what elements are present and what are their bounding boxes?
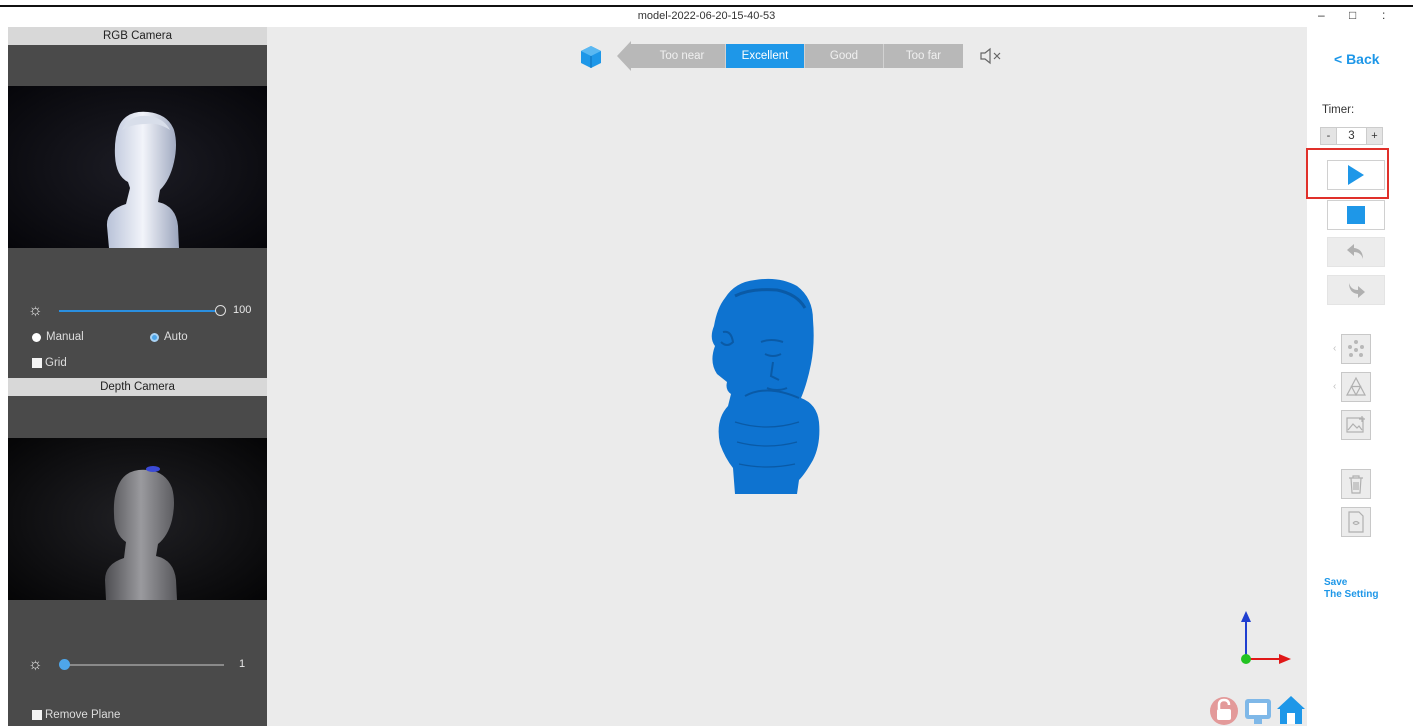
cube-icon[interactable] (580, 45, 602, 69)
undo-icon (1347, 244, 1363, 259)
camera-panel: RGB Camera ☼ 100 Manual Auto Grid Depth … (8, 27, 267, 726)
lock-icon[interactable] (1207, 693, 1241, 726)
texture-image-icon (1346, 416, 1365, 433)
checkbox-icon (32, 358, 42, 368)
save-setting-line1: Save (1324, 577, 1348, 588)
back-button[interactable]: < Back (1334, 51, 1380, 67)
rgb-brightness-value: 100 (233, 304, 252, 316)
distance-too-far: Too far (884, 44, 963, 68)
mute-icon[interactable] (979, 47, 1005, 65)
axis-gizmo (1241, 611, 1291, 664)
title-bar: model-2022-06-20-15-40-53 – □ : (0, 0, 1413, 26)
mode-manual-label: Manual (46, 331, 84, 343)
rgb-brightness-track[interactable] (59, 310, 219, 312)
file-icon (1348, 511, 1364, 533)
checkbox-icon (32, 710, 42, 720)
scanned-model-mesh[interactable] (687, 272, 837, 494)
arrow-left-icon (617, 41, 631, 71)
play-button[interactable] (1327, 160, 1385, 190)
point-cloud-frame (1341, 334, 1371, 364)
remove-plane-checkbox[interactable]: Remove Plane (32, 709, 120, 721)
timer-increment-button[interactable]: + (1366, 127, 1383, 145)
distance-too-near: Too near (639, 44, 726, 68)
window-title: model-2022-06-20-15-40-53 (637, 10, 776, 22)
depth-bust-image (8, 438, 267, 600)
mode-auto-label: Auto (164, 331, 188, 343)
minimize-button[interactable]: – (1318, 8, 1325, 22)
mode-manual-radio[interactable]: Manual (32, 331, 84, 343)
depth-brightness-value: 1 (239, 658, 246, 670)
depth-camera-preview (8, 438, 267, 600)
rgb-brightness-thumb[interactable] (215, 305, 226, 316)
distance-good: Good (805, 44, 884, 68)
rgb-brightness-slider[interactable]: ☼ 100 (8, 301, 267, 321)
3d-viewport[interactable]: Too near Excellent Good Too far (267, 27, 1307, 726)
distance-indicator: Too near Excellent Good Too far (617, 41, 963, 71)
title-bar-border (0, 5, 1413, 7)
delete-button[interactable] (1327, 469, 1385, 499)
export-button[interactable] (1327, 507, 1385, 537)
brightness-icon: ☼ (28, 302, 43, 319)
stop-icon (1347, 206, 1365, 224)
point-cloud-button[interactable]: ‹ (1327, 334, 1385, 364)
undo-button[interactable] (1327, 237, 1385, 267)
rgb-camera-preview (8, 86, 267, 248)
depth-camera-header: Depth Camera (8, 378, 267, 396)
texture-button[interactable] (1327, 410, 1385, 440)
save-setting-line2: The Setting (1324, 589, 1379, 600)
radio-selected-icon (150, 332, 159, 342)
brightness-icon: ☼ (28, 656, 43, 673)
play-icon (1348, 165, 1364, 185)
remove-plane-label: Remove Plane (45, 709, 121, 721)
save-setting-button[interactable]: Save The Setting (1324, 577, 1378, 601)
depth-brightness-slider[interactable]: ☼ 1 (8, 655, 267, 675)
stop-button[interactable] (1327, 200, 1385, 230)
bottom-toolbar (1207, 693, 1307, 726)
point-cloud-icon (1348, 340, 1364, 357)
timer-value[interactable]: 3 (1337, 127, 1366, 145)
monitor-icon[interactable] (1243, 693, 1273, 726)
home-icon[interactable] (1275, 693, 1307, 726)
control-panel: < Back Timer: - 3 + ‹ ‹ Save The Setting (1306, 27, 1413, 726)
texture-frame (1341, 410, 1371, 440)
redo-icon (1349, 283, 1365, 298)
grid-checkbox[interactable]: Grid (32, 357, 67, 369)
close-button[interactable]: : (1382, 8, 1385, 22)
chevron-left-icon: ‹ (1333, 381, 1337, 392)
arrow-body (631, 44, 639, 68)
mesh-icon (1346, 376, 1366, 397)
timer-decrement-button[interactable]: - (1320, 127, 1337, 145)
chevron-left-icon: ‹ (1333, 343, 1337, 354)
depth-brightness-track[interactable] (66, 664, 224, 666)
mesh-button[interactable]: ‹ (1327, 372, 1385, 402)
timer-label: Timer: (1322, 104, 1355, 116)
maximize-button[interactable]: □ (1349, 8, 1356, 22)
distance-excellent: Excellent (726, 44, 805, 68)
export-frame (1341, 507, 1371, 537)
depth-brightness-thumb[interactable] (59, 659, 70, 670)
timer-stepper: - 3 + (1320, 127, 1383, 145)
mode-auto-radio[interactable]: Auto (150, 331, 188, 343)
rgb-bust-image (8, 86, 267, 248)
mesh-frame (1341, 372, 1371, 402)
grid-label: Grid (45, 357, 67, 369)
rgb-camera-header: RGB Camera (8, 27, 267, 45)
radio-unselected-icon (32, 332, 41, 342)
delete-frame (1341, 469, 1371, 499)
trash-icon (1349, 475, 1363, 494)
redo-button[interactable] (1327, 275, 1385, 305)
